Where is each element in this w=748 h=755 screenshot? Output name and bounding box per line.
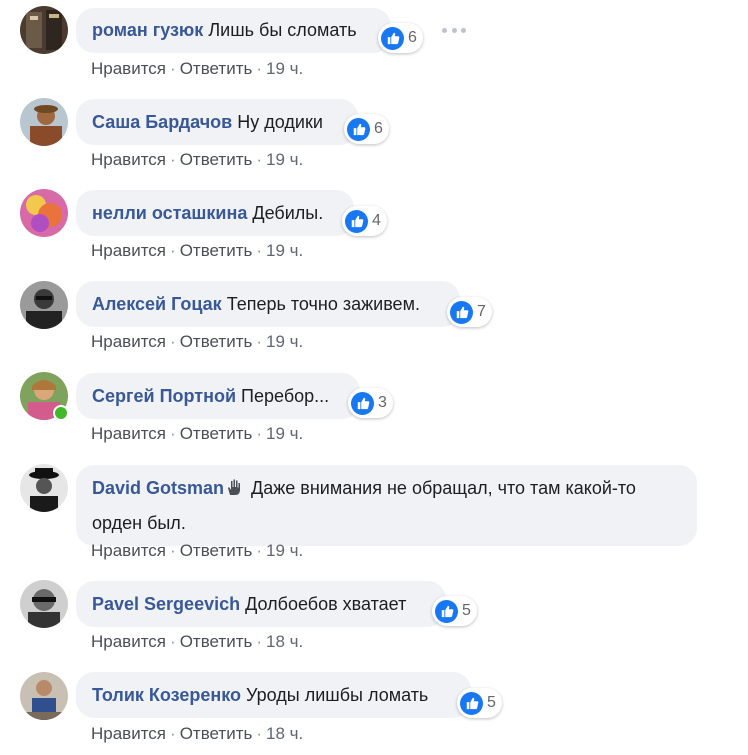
comment-bubble: Толик Козеренко Уроды лишбы ломать xyxy=(76,672,471,718)
comment-author[interactable]: Сергей Портной xyxy=(92,386,236,406)
reply-link[interactable]: Ответить xyxy=(180,59,253,78)
avatar[interactable] xyxy=(20,189,68,237)
reaction-count-badge[interactable]: 7 xyxy=(447,297,492,327)
reaction-count-badge[interactable]: 6 xyxy=(378,23,423,53)
online-status-indicator xyxy=(53,405,69,421)
reaction-count: 4 xyxy=(372,212,381,229)
comment-text: Перебор... xyxy=(241,386,330,406)
comment-author[interactable]: Pavel Sergeevich xyxy=(92,594,240,614)
reaction-count: 6 xyxy=(374,120,383,137)
reaction-count: 6 xyxy=(408,29,417,46)
avatar[interactable] xyxy=(20,6,68,54)
comment-actions: Нравится · Ответить · 18 ч. xyxy=(91,724,304,743)
comment-text: Теперь точно заживем. xyxy=(226,294,420,314)
like-icon xyxy=(347,117,370,141)
like-link[interactable]: Нравится xyxy=(91,541,166,560)
reaction-count: 7 xyxy=(477,303,486,320)
comment-actions: Нравится · Ответить · 19 ч. xyxy=(91,541,304,560)
comment-author[interactable]: David Gotsman xyxy=(92,478,224,498)
like-link[interactable]: Нравится xyxy=(91,724,166,743)
comment-bubble: Pavel Sergeevich Долбоебов хватает xyxy=(76,581,446,627)
avatar[interactable] xyxy=(20,672,68,720)
comment-time[interactable]: 19 ч. xyxy=(266,424,303,443)
comment-time[interactable]: 19 ч. xyxy=(266,241,303,260)
comment-time[interactable]: 19 ч. xyxy=(266,541,303,560)
reaction-count-badge[interactable]: 5 xyxy=(457,688,502,718)
reply-link[interactable]: Ответить xyxy=(180,424,253,443)
comment-actions: Нравится · Ответить · 19 ч. xyxy=(91,241,304,260)
comment-author[interactable]: Алексей Гоцак xyxy=(92,294,222,314)
reaction-count-badge[interactable]: 4 xyxy=(342,206,387,236)
like-link[interactable]: Нравится xyxy=(91,332,166,351)
reply-link[interactable]: Ответить xyxy=(180,332,253,351)
avatar[interactable] xyxy=(20,464,68,512)
reply-link[interactable]: Ответить xyxy=(180,241,253,260)
reaction-count-badge[interactable]: 3 xyxy=(348,388,393,418)
reaction-count: 5 xyxy=(462,602,471,619)
like-link[interactable]: Нравится xyxy=(91,150,166,169)
comment-actions: Нравится · Ответить · 19 ч. xyxy=(91,59,304,78)
reaction-count-badge[interactable]: 6 xyxy=(344,114,389,144)
comment-text: Лишь бы сломать xyxy=(208,20,357,40)
reply-link[interactable]: Ответить xyxy=(180,150,253,169)
like-link[interactable]: Нравится xyxy=(91,59,166,78)
like-icon xyxy=(460,691,483,715)
like-icon xyxy=(381,26,404,50)
comment-text: Долбоебов хватает xyxy=(245,594,407,614)
comment-time[interactable]: 19 ч. xyxy=(266,59,303,78)
comment-bubble: Сергей Портной Перебор... xyxy=(76,373,360,419)
comment-text: Дебилы. xyxy=(252,203,324,223)
comment-actions: Нравится · Ответить · 19 ч. xyxy=(91,332,304,351)
comment-bubble: нелли осташкина Дебилы. xyxy=(76,190,354,236)
comment-author[interactable]: Саша Бардачов xyxy=(92,112,232,132)
comment-actions: Нравится · Ответить · 18 ч. xyxy=(91,632,304,651)
like-icon xyxy=(351,391,374,415)
comment-actions: Нравится · Ответить · 19 ч. xyxy=(91,424,304,443)
comment-time[interactable]: 18 ч. xyxy=(266,724,303,743)
like-link[interactable]: Нравится xyxy=(91,241,166,260)
reaction-count-badge[interactable]: 5 xyxy=(432,596,477,626)
like-link[interactable]: Нравится xyxy=(91,424,166,443)
comment-bubble: Алексей Гоцак Теперь точно заживем. xyxy=(76,281,460,327)
comment-bubble: David Gotsman Даже внимания не обращал, … xyxy=(76,465,697,546)
comment-bubble: Саша Бардачов Ну додики xyxy=(76,99,358,145)
reaction-count: 3 xyxy=(378,394,387,411)
like-icon xyxy=(450,300,473,324)
comment-time[interactable]: 19 ч. xyxy=(266,332,303,351)
like-icon xyxy=(345,209,368,233)
reply-link[interactable]: Ответить xyxy=(180,632,253,651)
reply-link[interactable]: Ответить xyxy=(180,541,253,560)
reaction-count: 5 xyxy=(487,694,496,711)
comment-time[interactable]: 19 ч. xyxy=(266,150,303,169)
like-link[interactable]: Нравится xyxy=(91,632,166,651)
comment-author[interactable]: нелли осташкина xyxy=(92,203,247,223)
reply-link[interactable]: Ответить xyxy=(180,724,253,743)
like-icon xyxy=(435,599,458,623)
comment-actions: Нравится · Ответить · 19 ч. xyxy=(91,150,304,169)
comment-time[interactable]: 18 ч. xyxy=(266,632,303,651)
comment-bubble: роман гузюк Лишь бы сломать xyxy=(76,8,391,53)
more-options-icon[interactable] xyxy=(442,26,466,34)
avatar[interactable] xyxy=(20,98,68,146)
hand-icon xyxy=(224,475,246,507)
comment-author[interactable]: роман гузюк xyxy=(92,20,203,40)
avatar[interactable] xyxy=(20,281,68,329)
avatar[interactable] xyxy=(20,580,68,628)
comment-text: Ну додики xyxy=(237,112,323,132)
comment-author[interactable]: Толик Козеренко xyxy=(92,685,241,705)
comment-text: Уроды лишбы ломать xyxy=(246,685,429,705)
